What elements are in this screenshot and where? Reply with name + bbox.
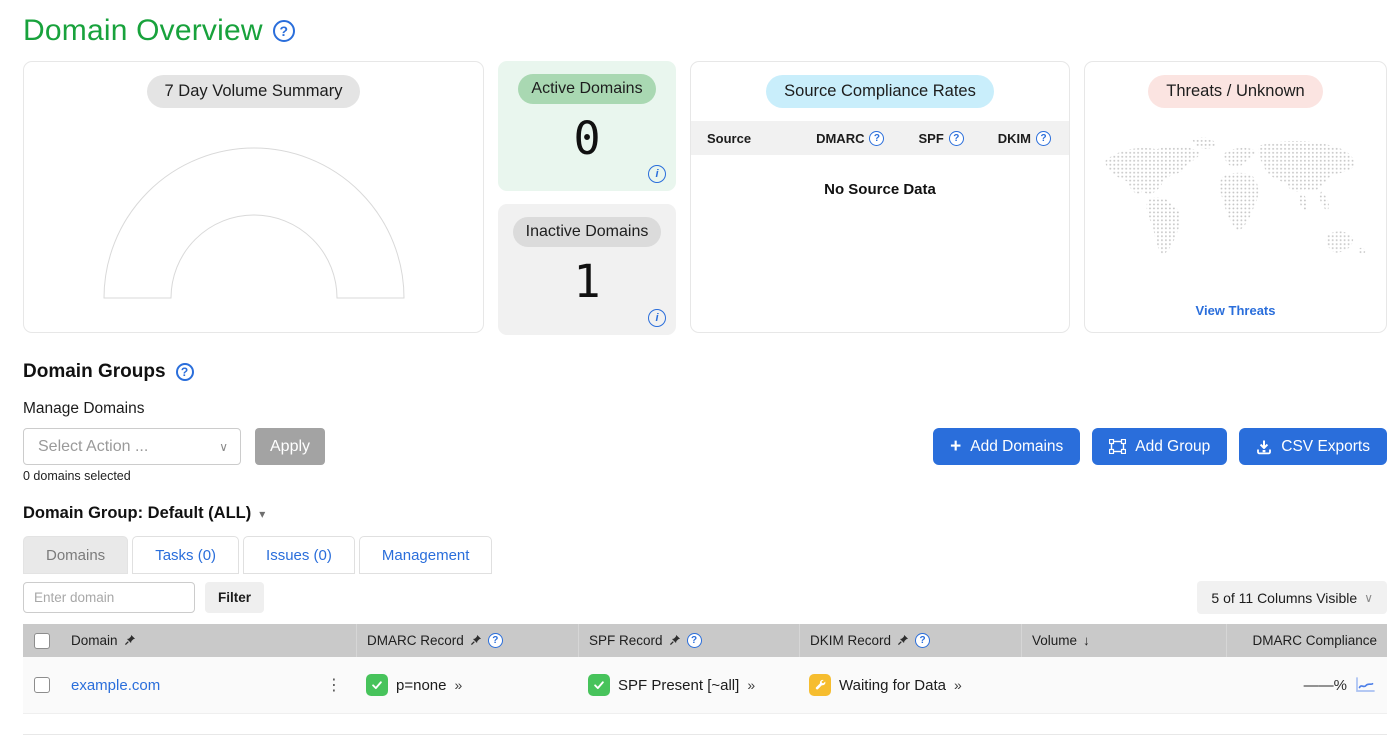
summary-cards: 7 Day Volume Summary Active Domains 0 i … xyxy=(23,61,1387,335)
active-domains-card: Active Domains 0 i xyxy=(498,61,676,191)
world-map-image xyxy=(1097,130,1375,282)
dmarc-column-header: DMARC ? xyxy=(816,131,884,146)
dkim-help-icon[interactable]: ? xyxy=(1036,131,1051,146)
threats-title: Threats / Unknown xyxy=(1148,75,1322,108)
dmarc-compliance-column-header[interactable]: DMARC Compliance xyxy=(1226,624,1387,657)
tab-domains[interactable]: Domains xyxy=(23,536,128,574)
page-title: Domain Overview xyxy=(23,14,263,48)
tab-issues[interactable]: Issues (0) xyxy=(243,536,355,574)
spf-help-icon[interactable]: ? xyxy=(949,131,964,146)
table-header-row: Domain DMARC Record ? SPF Record xyxy=(23,624,1387,657)
add-domains-button[interactable]: + Add Domains xyxy=(933,428,1080,465)
domain-column-header[interactable]: Domain xyxy=(61,624,356,657)
dkim-status-text: Waiting for Data xyxy=(839,677,946,694)
pin-icon[interactable] xyxy=(897,634,909,647)
dmarc-status-cell: p=none » xyxy=(356,674,578,696)
table-row: example.com ⋮ p=none » SPF Present [~all… xyxy=(23,657,1387,714)
volume-summary-card: 7 Day Volume Summary xyxy=(23,61,484,333)
dmarc-status-text: p=none xyxy=(396,677,446,694)
threats-card: Threats / Unknown xyxy=(1084,61,1387,333)
source-compliance-title: Source Compliance Rates xyxy=(766,75,994,108)
wrench-icon xyxy=(809,674,831,696)
row-menu-kebab-icon[interactable]: ⋮ xyxy=(326,675,342,695)
pin-icon[interactable] xyxy=(470,634,482,647)
dmarc-record-column-header[interactable]: DMARC Record ? xyxy=(356,624,578,657)
volume-column-header[interactable]: Volume ↓ xyxy=(1021,624,1226,657)
compliance-value: ——% xyxy=(1304,677,1347,694)
active-domains-title: Active Domains xyxy=(518,74,655,104)
spf-details-chevron[interactable]: » xyxy=(747,677,755,693)
dkim-record-help-icon[interactable]: ? xyxy=(915,633,930,648)
plus-icon: + xyxy=(950,437,961,456)
table-footer-strip xyxy=(23,714,1387,735)
check-icon xyxy=(588,674,610,696)
add-group-button[interactable]: Add Group xyxy=(1092,428,1227,465)
view-threats-link[interactable]: View Threats xyxy=(1085,303,1386,332)
download-icon xyxy=(1256,439,1272,455)
pin-icon[interactable] xyxy=(669,634,681,647)
domains-table: Domain DMARC Record ? SPF Record xyxy=(23,624,1387,735)
chevron-down-icon: ∨ xyxy=(1364,591,1373,605)
manage-domains-label: Manage Domains xyxy=(23,400,1387,418)
domain-groups-help-icon[interactable]: ? xyxy=(176,363,194,381)
page-header: Domain Overview ? xyxy=(23,10,1387,48)
dmarc-help-icon[interactable]: ? xyxy=(869,131,884,146)
filter-button[interactable]: Filter xyxy=(205,582,264,613)
source-compliance-header-row: Source DMARC ? SPF ? DKIM ? xyxy=(691,121,1069,155)
columns-visible-button[interactable]: 5 of 11 Columns Visible ∨ xyxy=(1197,581,1387,614)
check-icon xyxy=(366,674,388,696)
select-all-checkbox[interactable] xyxy=(34,633,50,649)
dmarc-details-chevron[interactable]: » xyxy=(454,677,462,693)
domain-group-label: Domain Group: Default (ALL) xyxy=(23,504,251,523)
spf-column-header: SPF ? xyxy=(918,131,963,146)
tab-management[interactable]: Management xyxy=(359,536,493,574)
row-checkbox[interactable] xyxy=(34,677,50,693)
domain-count-cards: Active Domains 0 i Inactive Domains 1 i xyxy=(498,61,676,335)
csv-exports-button[interactable]: CSV Exports xyxy=(1239,428,1387,465)
caret-down-icon: ▾ xyxy=(259,507,265,521)
inactive-domains-info-icon[interactable]: i xyxy=(648,309,666,327)
compliance-cell: ——% xyxy=(1226,675,1387,695)
volume-summary-title: 7 Day Volume Summary xyxy=(147,75,361,108)
dkim-status-cell: Waiting for Data » xyxy=(799,674,1021,696)
volume-gauge-chart xyxy=(94,138,414,306)
dkim-record-column-header[interactable]: DKIM Record ? xyxy=(799,624,1021,657)
pin-icon[interactable] xyxy=(124,634,136,647)
inactive-domains-count: 1 xyxy=(498,255,676,308)
domain-overview-page: Domain Overview ? 7 Day Volume Summary A… xyxy=(0,0,1400,735)
source-compliance-card: Source Compliance Rates Source DMARC ? S… xyxy=(690,61,1070,333)
domains-selected-note: 0 domains selected xyxy=(23,469,325,483)
dmarc-record-help-icon[interactable]: ? xyxy=(488,633,503,648)
domain-groups-header: Domain Groups ? xyxy=(23,361,1387,383)
chevron-down-icon: ∨ xyxy=(219,440,228,454)
inactive-domains-card: Inactive Domains 1 i xyxy=(498,204,676,335)
domain-tabs: Domains Tasks (0) Issues (0) Management xyxy=(23,536,1387,574)
source-column-header: Source xyxy=(707,131,816,146)
domain-link[interactable]: example.com xyxy=(71,677,160,694)
page-help-icon[interactable]: ? xyxy=(273,20,295,42)
domain-group-selector[interactable]: Domain Group: Default (ALL) ▾ xyxy=(23,504,1387,523)
active-domains-info-icon[interactable]: i xyxy=(648,165,666,183)
apply-button[interactable]: Apply xyxy=(255,428,325,465)
spf-status-cell: SPF Present [~all] » xyxy=(578,674,799,696)
compliance-chart-icon[interactable] xyxy=(1353,675,1377,695)
domain-groups-title: Domain Groups xyxy=(23,361,166,383)
inactive-domains-title: Inactive Domains xyxy=(513,217,662,247)
dkim-column-header: DKIM ? xyxy=(998,131,1051,146)
spf-status-text: SPF Present [~all] xyxy=(618,677,739,694)
active-domains-count: 0 xyxy=(498,112,676,165)
dkim-details-chevron[interactable]: » xyxy=(954,677,962,693)
spf-record-help-icon[interactable]: ? xyxy=(687,633,702,648)
spf-record-column-header[interactable]: SPF Record ? xyxy=(578,624,799,657)
action-select[interactable]: Select Action ... ∨ xyxy=(23,428,241,465)
action-select-value: Select Action ... xyxy=(38,438,219,456)
group-icon xyxy=(1109,439,1126,454)
tab-tasks[interactable]: Tasks (0) xyxy=(132,536,239,574)
domain-filter-input[interactable] xyxy=(23,582,195,613)
sort-descending-icon[interactable]: ↓ xyxy=(1083,633,1090,648)
no-source-data-text: No Source Data xyxy=(691,181,1069,198)
